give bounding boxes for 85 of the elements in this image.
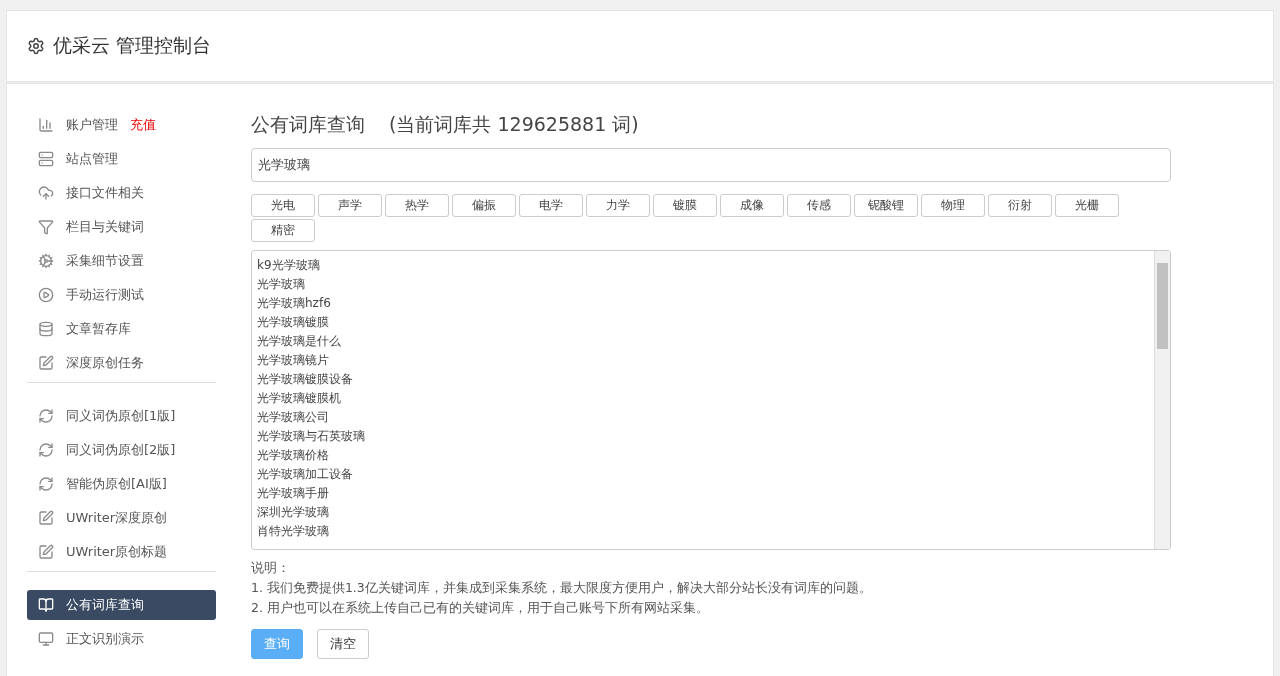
refresh-icon <box>38 408 54 424</box>
gear-icon <box>38 253 54 269</box>
sidebar-item[interactable]: 深度原创任务 <box>27 348 216 378</box>
book-icon <box>38 597 54 613</box>
database-icon <box>38 321 54 337</box>
sidebar-item[interactable]: 采集细节设置 <box>27 246 216 276</box>
tag-button[interactable]: 衍射 <box>988 194 1052 217</box>
tag-button[interactable]: 镀膜 <box>653 194 717 217</box>
tag-button[interactable]: 物理 <box>921 194 985 217</box>
note-text: 1. 我们免费提供1.3亿关键词库，并集成到采集系统，最大限度方便用户，解决大部分站长没有词库的问题。 <box>251 580 873 597</box>
edit-icon <box>38 510 54 526</box>
sidebar-label: 深度原创任务 <box>66 354 144 372</box>
sidebar-item[interactable]: 正文识别演示 <box>27 624 216 654</box>
result-item[interactable]: 光学玻璃镀膜 <box>257 313 1149 332</box>
sidebar-item[interactable]: UWriter原创标题 <box>27 537 216 567</box>
sidebar-item[interactable]: 手动运行测试 <box>27 280 216 310</box>
bar-chart-icon <box>38 117 54 133</box>
sidebar-item[interactable]: 公有词库查询 <box>27 590 216 620</box>
result-item[interactable]: 光学玻璃手册 <box>257 484 1149 503</box>
sidebar-label: 同义词伪原创[1版] <box>66 407 176 425</box>
settings-icon <box>27 37 45 55</box>
sidebar-item[interactable]: 同义词伪原创[1版] <box>27 401 216 431</box>
filter-icon <box>38 219 54 235</box>
result-item[interactable]: 肖特光学玻璃 <box>257 522 1149 541</box>
result-item[interactable]: 光学玻璃镀膜机 <box>257 389 1149 408</box>
result-item[interactable]: 光学玻璃 <box>257 275 1149 294</box>
sidebar-item[interactable]: 智能伪原创[AI版] <box>27 469 216 499</box>
monitor-icon <box>38 631 54 647</box>
sidebar-item[interactable]: UWriter深度原创 <box>27 503 216 533</box>
tag-button[interactable]: 传感 <box>787 194 851 217</box>
sidebar-label: 智能伪原创[AI版] <box>66 475 167 493</box>
tag-button[interactable]: 光栅 <box>1055 194 1119 217</box>
scrollbar[interactable] <box>1154 251 1170 549</box>
tag-button[interactable]: 光电 <box>251 194 315 217</box>
tag-button[interactable]: 偏振 <box>452 194 516 217</box>
server-icon <box>38 151 54 167</box>
sidebar-item[interactable]: 站点管理 <box>27 144 216 174</box>
clear-button[interactable]: 清空 <box>317 629 369 659</box>
recharge-link[interactable]: 充值 <box>130 116 156 134</box>
play-icon <box>38 287 54 303</box>
tag-button[interactable]: 热学 <box>385 194 449 217</box>
sidebar-label: 站点管理 <box>66 150 118 168</box>
sidebar-item[interactable]: 栏目与关键词 <box>27 212 216 242</box>
result-item[interactable]: 光学玻璃hzf6 <box>257 294 1149 313</box>
search-field[interactable]: 光学玻璃 <box>251 148 1171 182</box>
result-item[interactable]: 光学玻璃镜片 <box>257 351 1149 370</box>
sidebar-item[interactable]: 同义词伪原创[2版] <box>27 435 216 465</box>
sidebar-label: 手动运行测试 <box>66 286 144 304</box>
sidebar-item[interactable]: 接口文件相关 <box>27 178 216 208</box>
result-item[interactable]: 光学玻璃与石英玻璃 <box>257 427 1149 446</box>
sidebar-item[interactable]: 账户管理 充值 <box>27 110 216 140</box>
console-title: 优采云 管理控制台 <box>53 33 212 58</box>
sidebar-label: 公有词库查询 <box>66 596 144 614</box>
result-item[interactable]: 光学玻璃镀膜设备 <box>257 370 1149 389</box>
sidebar-label: 同义词伪原创[2版] <box>66 441 176 459</box>
cloud-upload-icon <box>38 185 54 201</box>
edit-icon <box>38 544 54 560</box>
note-text: 2. 用户也可以在系统上传自己已有的关键词库，用于自己账号下所有网站采集。 <box>251 600 710 617</box>
sidebar-label: 正文识别演示 <box>66 630 144 648</box>
sidebar-label: UWriter深度原创 <box>66 509 168 527</box>
sidebar-label: 接口文件相关 <box>66 184 144 202</box>
notes-title: 说明： <box>251 560 291 577</box>
tag-button[interactable]: 声学 <box>318 194 382 217</box>
tag-button[interactable]: 精密 <box>251 219 315 242</box>
result-item[interactable]: 光学玻璃公司 <box>257 408 1149 427</box>
sidebar-label: 栏目与关键词 <box>66 218 144 236</box>
result-item[interactable]: 光学玻璃加工设备 <box>257 465 1149 484</box>
sidebar-item[interactable]: 文章暂存库 <box>27 314 216 344</box>
refresh-icon <box>38 476 54 492</box>
result-item[interactable]: 深圳光学玻璃 <box>257 503 1149 522</box>
tag-button[interactable]: 铌酸锂 <box>854 194 918 217</box>
result-item[interactable]: 光学玻璃是什么 <box>257 332 1149 351</box>
sidebar-label: 文章暂存库 <box>66 320 131 338</box>
sidebar-label: UWriter原创标题 <box>66 543 168 561</box>
page-title: 公有词库查询 <box>251 112 365 137</box>
edit-icon <box>38 355 54 371</box>
tag-button[interactable]: 电学 <box>519 194 583 217</box>
tag-button[interactable]: 力学 <box>586 194 650 217</box>
tag-button[interactable]: 成像 <box>720 194 784 217</box>
refresh-icon <box>38 442 54 458</box>
result-item[interactable]: k9光学玻璃 <box>257 256 1149 275</box>
result-item[interactable]: 光学玻璃价格 <box>257 446 1149 465</box>
sidebar-label: 采集细节设置 <box>66 252 144 270</box>
sidebar-label: 账户管理 <box>66 116 118 134</box>
word-count: (当前词库共 129625881 词) <box>389 112 639 137</box>
